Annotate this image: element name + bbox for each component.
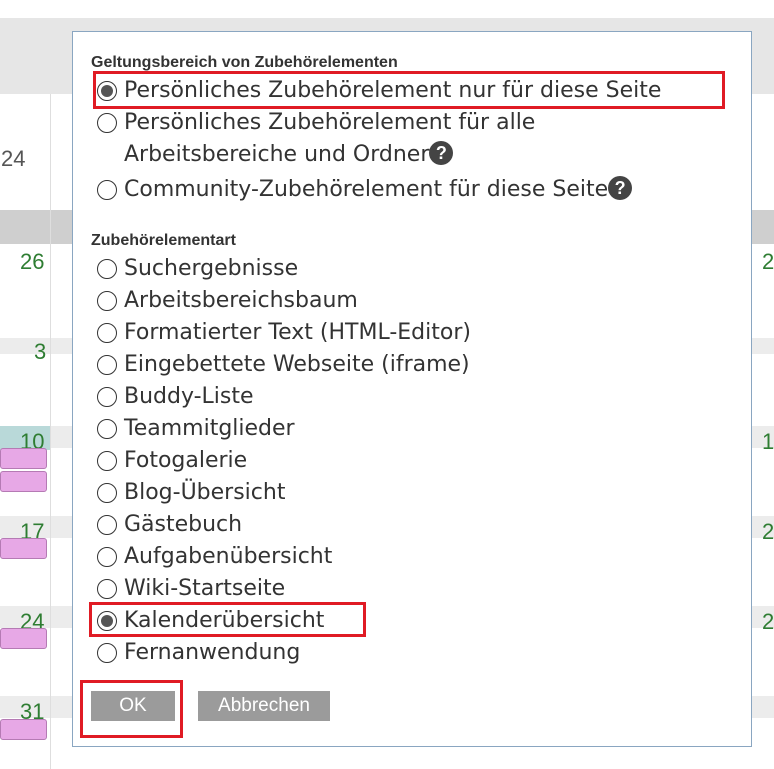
type-option-blog-overview[interactable]: Blog-Übersicht (97, 477, 285, 509)
ok-button[interactable]: OK (91, 691, 175, 721)
radio-button[interactable] (97, 259, 117, 279)
calendar-day-number[interactable]: 2 (762, 519, 774, 545)
calendar-event[interactable] (0, 538, 47, 559)
radio-button[interactable] (97, 323, 117, 343)
calendar-day-number: 24 (1, 146, 26, 171)
type-option-embedded-webpage[interactable]: Eingebettete Webseite (iframe) (97, 349, 470, 381)
calendar-event[interactable] (0, 628, 47, 649)
option-label: Persönliches Zubehörelement für alle Arb… (124, 107, 535, 171)
option-label-line1: Persönliches Zubehörelement für alle (124, 110, 536, 135)
calendar-event[interactable] (0, 448, 47, 469)
option-label: Fotogalerie (124, 448, 248, 473)
radio-button[interactable] (97, 483, 117, 503)
type-option-workspace-tree[interactable]: Arbeitsbereichsbaum (97, 285, 358, 317)
type-option-team-members[interactable]: Teammitglieder (97, 413, 295, 445)
scope-option-personal-page[interactable]: Persönliches Zubehörelement nur für dies… (97, 75, 661, 107)
calendar-day-number[interactable]: 3 (34, 339, 46, 365)
help-icon[interactable]: ? (429, 141, 454, 165)
scope-option-community-page[interactable]: Community-Zubehörelement für diese Seite… (97, 174, 633, 206)
radio-button[interactable] (97, 180, 117, 200)
option-label: Suchergebnisse (124, 256, 299, 281)
type-option-guestbook[interactable]: Gästebuch (97, 509, 242, 541)
radio-button[interactable] (97, 291, 117, 311)
radio-button-checked[interactable] (97, 81, 117, 101)
radio-button[interactable] (97, 515, 117, 535)
type-option-remote-app[interactable]: Fernanwendung (97, 637, 300, 669)
option-label: Wiki-Startseite (124, 576, 286, 601)
option-label: Kalenderübersicht (124, 608, 325, 633)
add-accessory-dialog: Geltungsbereich von Zubehörelementen Per… (72, 31, 752, 747)
option-label: Gästebuch (124, 512, 243, 537)
type-option-formatted-text[interactable]: Formatierter Text (HTML-Editor) (97, 317, 471, 349)
scope-option-personal-all[interactable]: Persönliches Zubehörelement für alle Arb… (97, 107, 535, 171)
type-section-title: Zubehörelementart (91, 232, 236, 249)
option-label: Arbeitsbereichsbaum (124, 288, 358, 313)
calendar-day-number[interactable]: 1 (762, 429, 774, 455)
option-label: Formatierter Text (HTML-Editor) (124, 320, 471, 345)
option-label: Community-Zubehörelement für diese Seite (124, 177, 609, 202)
option-label: Teammitglieder (124, 416, 295, 441)
scope-section-title: Geltungsbereich von Zubehörelementen (91, 54, 398, 71)
radio-button[interactable] (97, 355, 117, 375)
calendar-event[interactable] (0, 471, 47, 492)
help-icon[interactable]: ? (608, 176, 633, 200)
type-option-search-results[interactable]: Suchergebnisse (97, 253, 298, 285)
radio-button[interactable] (97, 113, 117, 133)
radio-button-checked[interactable] (97, 611, 117, 631)
calendar-header-bar (0, 0, 774, 18)
radio-button[interactable] (97, 419, 117, 439)
option-label: Buddy-Liste (124, 384, 254, 409)
type-option-calendar-overview[interactable]: Kalenderübersicht (97, 605, 324, 637)
radio-button[interactable] (97, 451, 117, 471)
cancel-button[interactable]: Abbrechen (198, 691, 330, 721)
type-option-buddy-list[interactable]: Buddy-Liste (97, 381, 254, 413)
radio-button[interactable] (97, 643, 117, 663)
option-label: Eingebettete Webseite (iframe) (124, 352, 470, 377)
radio-button[interactable] (97, 547, 117, 567)
type-option-photo-gallery[interactable]: Fotogalerie (97, 445, 247, 477)
calendar-event[interactable] (0, 719, 47, 740)
option-label-line2: Arbeitsbereiche und Ordner (124, 142, 430, 167)
option-label-line2-wrap: Arbeitsbereiche und Ordner? (124, 139, 535, 171)
radio-button[interactable] (97, 387, 117, 407)
calendar-column-line (50, 94, 51, 769)
type-option-wiki-start[interactable]: Wiki-Startseite (97, 573, 285, 605)
calendar-day-number[interactable]: 26 (20, 249, 44, 275)
option-label: Persönliches Zubehörelement nur für dies… (124, 78, 662, 103)
calendar-day-number[interactable]: 2 (762, 609, 774, 635)
option-label: Aufgabenübersicht (124, 544, 333, 569)
type-option-task-overview[interactable]: Aufgabenübersicht (97, 541, 332, 573)
calendar-day-number[interactable]: 2 (762, 249, 774, 275)
radio-button[interactable] (97, 579, 117, 599)
option-label: Fernanwendung (124, 640, 301, 665)
option-label: Blog-Übersicht (124, 480, 286, 505)
